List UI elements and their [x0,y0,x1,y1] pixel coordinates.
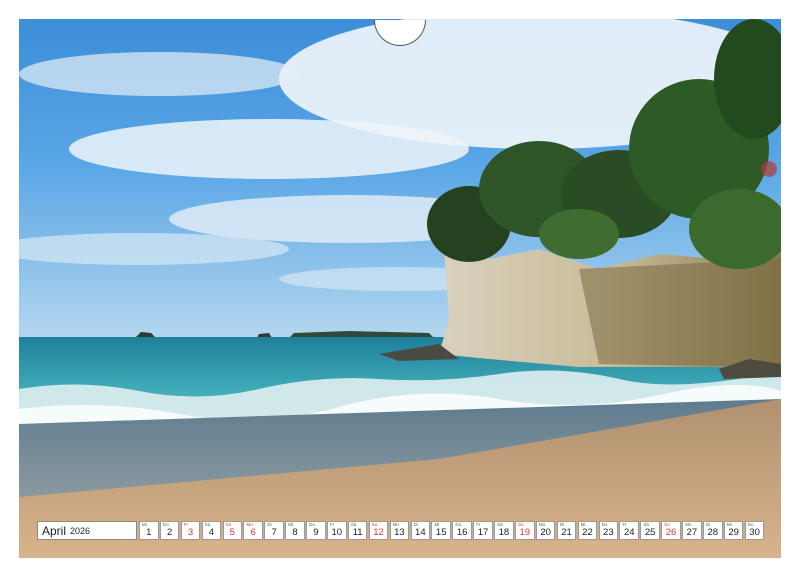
day-number: 21 [561,527,572,538]
day-number: 7 [271,527,277,538]
day-number: 15 [435,527,447,538]
day-number: 28 [707,527,719,538]
day-number: 22 [582,527,593,538]
day-cell: Do 9 [306,521,326,540]
day-cell: Sa 25 [640,521,660,540]
day-number: 19 [519,527,531,538]
day-cells: Mi 1 Do 2 Fr 3 Sa 4 So 5 Mo 6 Di 7 Mi 8 Do 9 Fr 10 Sa 11 So 12 M… [139,521,765,540]
day-cell: Di 7 [264,521,284,540]
day-number: 1 [146,527,152,538]
day-number: 20 [540,527,551,538]
day-cell: Di 28 [703,521,723,540]
day-cell: Sa 4 [201,521,222,540]
day-number: 12 [373,527,384,538]
day-number: 30 [749,527,760,538]
day-number: 11 [352,527,363,538]
day-cell: Fr 17 [473,521,493,540]
day-number: 5 [229,527,235,538]
day-number: 13 [394,527,405,538]
day-number: 24 [623,527,635,538]
day-cell: Do 23 [598,521,619,540]
day-number: 4 [208,527,215,538]
day-number: 26 [665,527,677,538]
day-cell: Fr 24 [619,521,639,540]
day-cell: So 12 [368,521,389,540]
day-cell: So 19 [515,521,535,540]
day-cell: Mi 29 [723,521,744,540]
day-number: 3 [187,527,194,538]
day-cell: Mo 6 [243,521,263,540]
day-number: 16 [456,527,468,538]
day-cell: Mo 27 [682,521,702,540]
calendar-page: April 2026 Mi 1 Do 2 Fr 3 Sa 4 So 5 Mo 6 Di 7 Mi 8 Do 9 Fr… [0,0,800,577]
day-number: 2 [166,527,173,538]
day-cell: So 26 [661,521,681,540]
day-cell: Do 16 [452,521,472,540]
day-cell: Mo 13 [389,521,410,540]
day-cell: Mi 22 [577,521,598,540]
year-label: 2026 [70,525,91,536]
day-cell: Di 14 [410,521,431,540]
day-number: 17 [477,527,489,538]
day-number: 29 [728,527,739,538]
day-number: 25 [644,527,656,538]
day-cell: Sa 18 [494,521,514,540]
day-cell: Do 2 [159,521,180,540]
day-number: 14 [415,527,426,538]
day-cell: Sa 11 [347,521,368,540]
day-cell: Mi 8 [285,521,305,540]
day-cell: Do 30 [744,521,765,540]
day-cell: Mo 20 [535,521,556,540]
calendar-strip: April 2026 Mi 1 Do 2 Fr 3 Sa 4 So 5 Mo 6 Di 7 Mi 8 Do 9 Fr… [37,521,765,540]
day-cell: Di 21 [556,521,577,540]
day-number: 10 [331,527,343,538]
day-cell: Fr 3 [180,521,201,540]
day-cell: Fr 10 [327,521,347,540]
day-number: 27 [686,527,698,538]
day-number: 18 [498,527,510,538]
day-cell: Mi 15 [431,521,451,540]
month-label-box: April 2026 [37,521,137,540]
day-cell: Mi 1 [139,521,159,540]
day-number: 9 [313,527,319,538]
landscape-photo [19,19,781,558]
day-number: 6 [250,527,256,538]
month-name: April [42,523,67,538]
day-cell: So 5 [222,521,243,540]
day-number: 8 [292,527,298,538]
day-number: 23 [603,527,614,538]
